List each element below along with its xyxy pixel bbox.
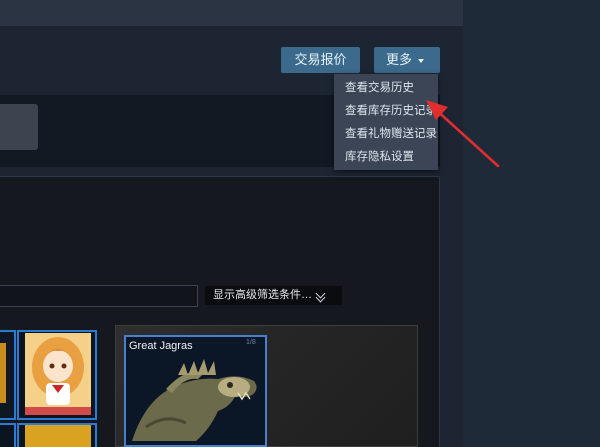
top-strip	[0, 0, 463, 26]
more-button[interactable]: 更多	[374, 47, 440, 73]
game-tab-button[interactable]	[0, 104, 38, 150]
advanced-filter-label: 显示高级筛选条件…	[213, 289, 312, 301]
item-thumbnail	[0, 343, 6, 403]
more-label: 更多	[386, 52, 413, 67]
double-chevron-down-icon	[316, 290, 326, 302]
item-thumbnail	[25, 425, 91, 447]
caret-down-icon	[418, 58, 425, 63]
advanced-filter-toggle[interactable]: 显示高级筛选条件…	[205, 286, 342, 305]
red-arrow	[426, 100, 500, 168]
inventory-search-input[interactable]	[0, 285, 198, 307]
inventory-item-card[interactable]	[0, 423, 16, 447]
item-thumbnail	[25, 333, 91, 415]
anime-character-illustration	[25, 333, 91, 415]
item-name: Great Jagras	[129, 340, 193, 352]
item-rarity-badge: 1/8	[246, 339, 256, 346]
trade-offers-button[interactable]: 交易报价	[281, 47, 360, 73]
page-right-margin	[463, 0, 600, 447]
